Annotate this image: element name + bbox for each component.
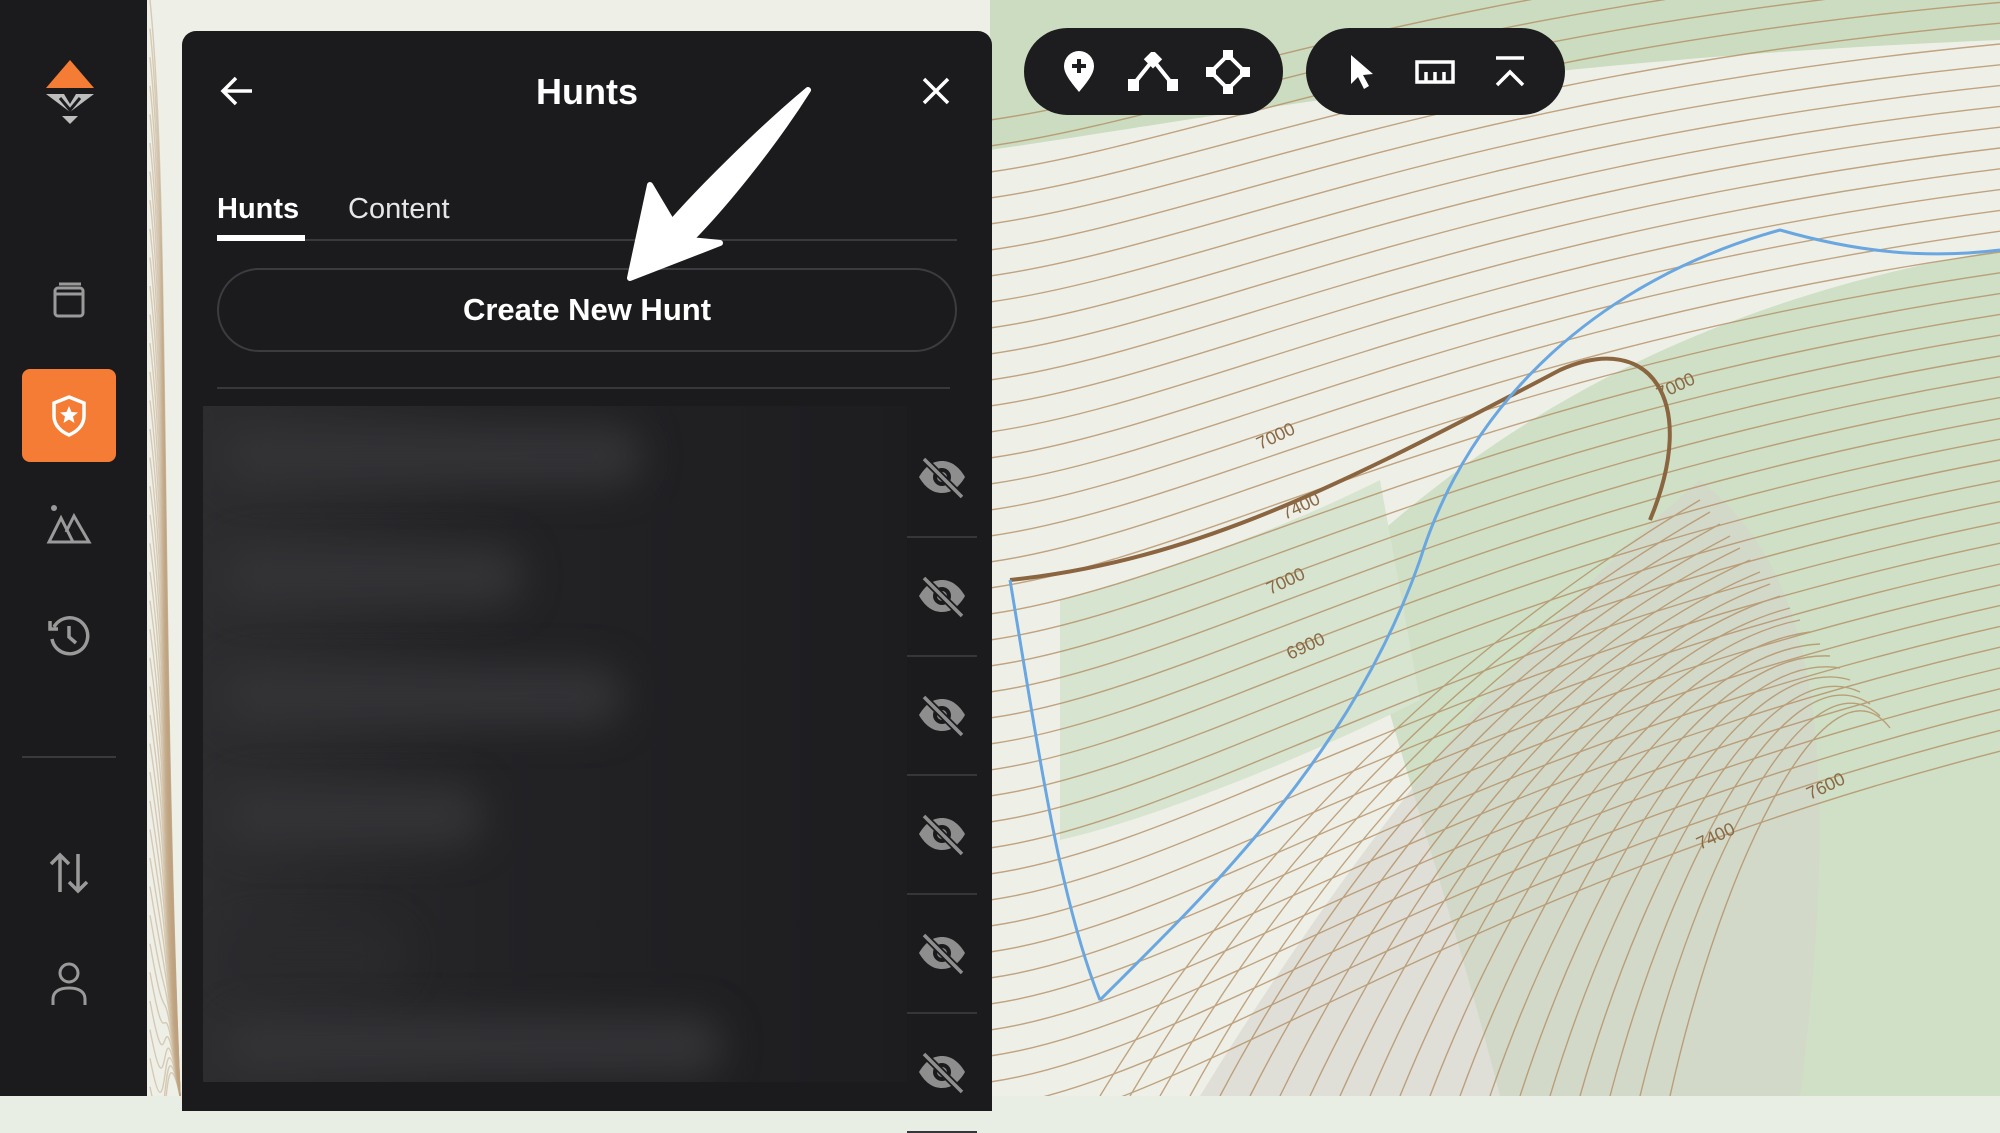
sidebar-item-terrain[interactable] [22,477,116,570]
panel-title: Hunts [536,71,638,112]
eye-off-icon [919,456,965,499]
hunts-panel: Hunts Hunts Content Create New Hunt [182,31,992,1133]
sidebar-divider [22,756,116,758]
add-marker-button[interactable] [1049,42,1109,102]
sidebar-item-history[interactable] [22,589,116,682]
select-button[interactable] [1331,42,1391,102]
line-icon [1128,51,1179,91]
tools-toolbar [1306,28,1565,115]
sidebar-item-hunts[interactable] [22,369,116,462]
tab-bar: Hunts Content [217,193,957,241]
active-tab-indicator [217,235,305,241]
eye-off-icon [919,1051,965,1094]
divider [217,387,950,389]
visibility-toggle[interactable] [907,536,977,657]
shield-star-icon [52,394,86,437]
tab-hunts[interactable]: Hunts [217,193,299,226]
visibility-toggle[interactable] [907,1012,977,1133]
tab-content[interactable]: Content [348,193,450,226]
measure-button[interactable] [1405,42,1465,102]
eye-off-icon [919,694,965,737]
sidebar-item-account[interactable] [22,937,116,1030]
add-marker-icon [1064,50,1095,92]
sidebar [0,0,147,1096]
elevation-profile-icon [1495,55,1525,86]
hunts-list-blurred [203,406,907,1082]
close-icon [922,77,950,105]
visibility-toggle[interactable] [907,774,977,895]
visibility-toggle[interactable] [907,417,977,538]
history-icon [48,615,90,656]
eye-off-icon [919,813,965,856]
sort-arrows-icon [49,852,89,893]
mountain-icon [46,504,92,543]
book-icon [53,282,85,317]
sidebar-item-library[interactable] [22,253,116,346]
pointer-icon [1351,54,1374,89]
polygon-icon [1205,49,1250,94]
eye-off-icon [919,575,965,618]
user-icon [51,962,87,1005]
draw-line-button[interactable] [1123,42,1183,102]
eye-off-icon [919,932,965,975]
elevation-profile-button[interactable] [1480,42,1540,102]
sidebar-item-sync[interactable] [22,826,116,919]
draw-polygon-button[interactable] [1198,42,1258,102]
draw-toolbar [1024,28,1283,115]
create-new-hunt-button[interactable]: Create New Hunt [217,268,957,352]
app-logo[interactable] [40,58,100,124]
visibility-toggle[interactable] [907,655,977,776]
ruler-icon [1415,59,1456,84]
visibility-toggle[interactable] [907,893,977,1014]
close-button[interactable] [916,71,956,111]
